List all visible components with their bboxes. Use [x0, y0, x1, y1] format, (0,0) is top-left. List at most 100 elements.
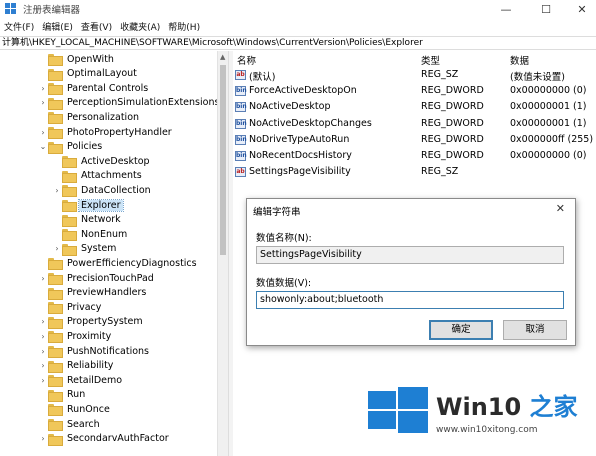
tree-item-label: ActiveDesktop [81, 155, 150, 167]
tree-item[interactable]: Search [38, 417, 102, 431]
tree-item[interactable]: › PushNotifications [38, 344, 151, 358]
tree-scrollbar[interactable]: ▲ [217, 51, 228, 456]
expand-chevron-icon[interactable]: › [38, 361, 48, 370]
menu-file[interactable]: 文件(F) [0, 20, 38, 33]
tree-item[interactable]: PreviewHandlers [38, 286, 148, 300]
registry-value-row[interactable]: bin NoRecentDocsHistory REG_DWORD 0x0000000… [233, 149, 596, 164]
tree-item[interactable]: RunOnce [38, 402, 112, 417]
tree-item[interactable]: ⌄ Policies [38, 140, 104, 154]
window-title: 注册表编辑器 [23, 5, 81, 16]
tree-item[interactable]: › Reliability [38, 359, 115, 373]
registry-value-row[interactable]: ab (默认) REG_SZ (数值未设置) [233, 68, 596, 83]
tree-scrollbar-thumb[interactable] [220, 65, 226, 255]
expand-chevron-icon[interactable]: › [38, 376, 48, 385]
tree-item[interactable]: Attachments [52, 169, 144, 183]
registry-value-row[interactable]: bin ForceActiveDesktopOn REG_DWORD 0x000000… [233, 84, 596, 99]
column-header-type[interactable]: 类型 [421, 53, 440, 67]
watermark-brand-latin: Win10 [436, 393, 522, 421]
tree-item[interactable]: › PerceptionSimulationExtensions [38, 96, 221, 110]
value-type: REG_DWORD [421, 150, 484, 161]
registry-value-row[interactable]: bin NoActiveDesktopChanges REG_DWORD 0x0000… [233, 117, 596, 132]
expand-chevron-icon[interactable]: › [38, 434, 48, 443]
windows-logo-icon [368, 387, 428, 433]
value-name: ForceActiveDesktopOn [249, 85, 357, 97]
value-name: SettingsPageVisibility [249, 166, 351, 178]
minimize-button[interactable]: — [488, 0, 524, 18]
tree-item[interactable]: › SecondarvAuthFactor [38, 432, 171, 446]
tree-item-label: Attachments [81, 170, 142, 182]
registry-key-tree[interactable]: OpenWith OptimalLayout › Parental Controls ›… [0, 51, 228, 456]
tree-item[interactable]: › Parental Controls [38, 81, 150, 96]
folder-icon [48, 141, 63, 154]
folder-icon [48, 68, 63, 81]
expand-chevron-icon[interactable]: › [38, 98, 48, 107]
tree-item[interactable]: NonEnum [52, 227, 129, 242]
tree-item-label: PhotoPropertyHandler [67, 126, 172, 138]
tree-item[interactable]: › PhotoPropertyHandler [38, 125, 174, 139]
value-type: REG_SZ [421, 69, 459, 80]
tree-item-label: Privacy [67, 301, 102, 313]
tree-item[interactable]: › PropertySystem [38, 315, 145, 329]
tree-item[interactable]: Personalization [38, 110, 141, 125]
maximize-button[interactable]: ☐ [528, 0, 564, 18]
folder-icon [48, 316, 63, 329]
value-data: 0x000000ff (255) [510, 133, 594, 145]
tree-item[interactable]: Explorer [52, 198, 124, 212]
close-button[interactable]: ✕ [564, 0, 596, 18]
folder-icon [48, 346, 63, 358]
ok-button[interactable]: 确定 [429, 320, 493, 340]
tree-item[interactable]: › Proximity [38, 329, 113, 344]
expand-chevron-icon[interactable]: › [38, 274, 48, 283]
value-data: 0x00000001 (1) [510, 101, 587, 113]
folder-icon [62, 200, 77, 212]
column-header-name[interactable]: 名称 [237, 53, 256, 67]
expand-chevron-icon[interactable]: › [52, 186, 62, 195]
folder-icon [48, 273, 63, 285]
tree-item[interactable]: Network [52, 213, 123, 227]
expand-chevron-icon[interactable]: › [38, 347, 48, 356]
expand-chevron-icon[interactable]: › [38, 332, 48, 341]
menu-edit[interactable]: 编辑(E) [38, 20, 77, 33]
value-data-field[interactable]: showonly:about;bluetooth [256, 291, 564, 309]
tree-item[interactable]: › PrecisionTouchPad [38, 271, 156, 285]
scroll-up-arrow-icon[interactable]: ▲ [220, 53, 225, 61]
value-type: REG_SZ [421, 166, 459, 178]
value-name-field[interactable]: SettingsPageVisibility [256, 246, 564, 264]
dialog-title: 编辑字符串 [253, 207, 301, 218]
tree-item[interactable]: › System [52, 242, 118, 256]
registry-value-row[interactable]: ab SettingsPageVisibility REG_SZ [233, 165, 596, 180]
tree-item[interactable]: › RetailDemo [38, 373, 124, 388]
registry-value-row[interactable]: bin NoActiveDesktop REG_DWORD 0x00000001 (1… [233, 100, 596, 115]
expand-chevron-icon[interactable]: › [38, 128, 48, 137]
address-bar[interactable]: 计算机\HKEY_LOCAL_MACHINE\SOFTWARE\Microsof… [0, 36, 596, 50]
tree-item-label: Search [67, 418, 100, 430]
tree-item[interactable]: PowerEfficiencyDiagnostics [38, 256, 199, 271]
column-header-data[interactable]: 数据 [510, 53, 529, 67]
folder-icon [62, 156, 77, 169]
expand-chevron-icon[interactable]: › [52, 244, 62, 253]
list-header: 名称 类型 数据 [233, 51, 596, 67]
folder-icon [48, 360, 63, 373]
watermark-brand-chinese: 之家 [529, 393, 578, 421]
tree-item-label: RetailDemo [67, 374, 123, 386]
registry-value-row[interactable]: bin NoDriveTypeAutoRun REG_DWORD 0x000000ff… [233, 133, 596, 148]
value-data-label: 数值数据(V): [256, 278, 312, 289]
tree-item[interactable]: OpenWith [38, 52, 116, 66]
tree-item[interactable]: ActiveDesktop [52, 154, 152, 169]
folder-icon [48, 375, 63, 388]
tree-item-label: OpenWith [67, 53, 114, 65]
tree-item[interactable]: Privacy [38, 300, 103, 315]
cancel-button[interactable]: 取消 [503, 320, 567, 340]
tree-item[interactable]: › DataCollection [52, 183, 153, 198]
tree-item[interactable]: Run [38, 388, 87, 402]
menu-view[interactable]: 查看(V) [77, 20, 116, 33]
menu-help[interactable]: 帮助(H) [164, 20, 204, 33]
value-name: NoActiveDesktop [249, 101, 331, 113]
folder-icon [62, 229, 77, 242]
dialog-close-icon[interactable]: ✕ [556, 202, 565, 215]
expand-chevron-icon[interactable]: › [38, 84, 48, 93]
menu-favorites[interactable]: 收藏夹(A) [116, 20, 164, 33]
expand-chevron-icon[interactable]: ⌄ [38, 142, 48, 151]
tree-item[interactable]: OptimalLayout [38, 67, 139, 81]
expand-chevron-icon[interactable]: › [38, 317, 48, 326]
